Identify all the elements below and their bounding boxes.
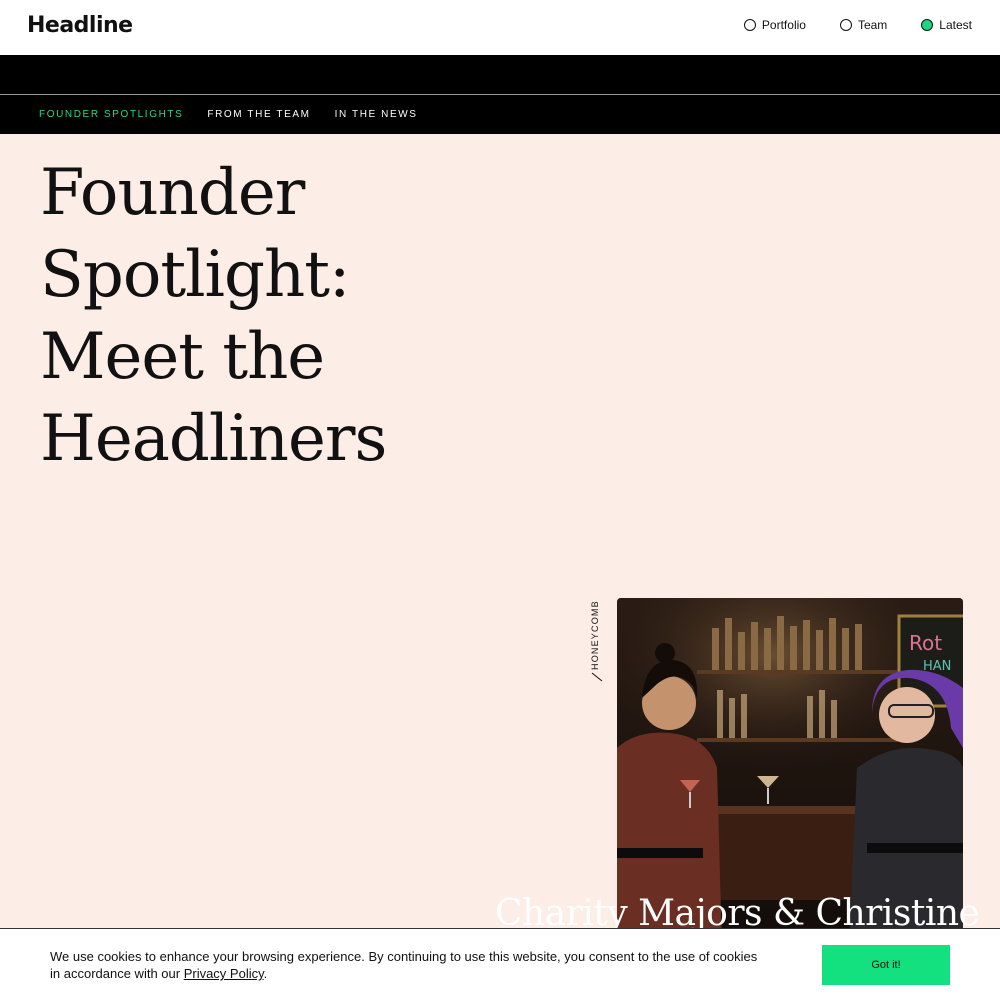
title-line: Meet the bbox=[40, 320, 325, 394]
nav-item-latest[interactable]: Latest bbox=[921, 18, 972, 32]
top-header: Headline Portfolio Team Latest bbox=[0, 0, 1000, 55]
company-label-text: HONEYCOMB bbox=[590, 600, 600, 670]
cookie-message: We use cookies to enhance your browsing … bbox=[50, 948, 770, 982]
radio-filled-icon bbox=[921, 19, 934, 31]
cookie-text: We use cookies to enhance your browsing … bbox=[50, 949, 758, 981]
cookie-text-end: . bbox=[263, 966, 268, 981]
nav-item-label: Latest bbox=[939, 18, 972, 32]
tab-in-the-news[interactable]: IN THE NEWS bbox=[335, 109, 418, 120]
nav-item-label: Portfolio bbox=[761, 18, 806, 32]
accept-cookies-button[interactable]: Got it! bbox=[822, 945, 950, 985]
company-label: HONEYCOMB bbox=[590, 598, 604, 680]
sub-nav: FOUNDER SPOTLIGHTS FROM THE TEAM IN THE … bbox=[0, 94, 1000, 134]
page-title: Founder Spotlight: Meet the Headliners bbox=[40, 152, 560, 480]
title-line: Spotlight: bbox=[40, 238, 350, 312]
privacy-policy-link[interactable]: Privacy Policy bbox=[184, 966, 264, 981]
radio-empty-icon bbox=[839, 19, 852, 31]
cookie-banner: We use cookies to enhance your browsing … bbox=[0, 928, 1000, 1000]
tab-founder-spotlights[interactable]: FOUNDER SPOTLIGHTS bbox=[39, 109, 183, 120]
svg-text:Rot: Rot bbox=[909, 631, 942, 655]
header-band bbox=[0, 55, 1000, 94]
radio-empty-icon bbox=[743, 19, 756, 31]
title-line: Founder bbox=[40, 156, 305, 230]
nav-item-label: Team bbox=[857, 18, 888, 32]
nav-item-team[interactable]: Team bbox=[839, 18, 888, 32]
slash-icon bbox=[591, 672, 603, 682]
title-line: Headliners bbox=[40, 402, 387, 476]
tab-from-the-team[interactable]: FROM THE TEAM bbox=[207, 109, 310, 120]
logo[interactable]: Headline bbox=[27, 13, 133, 38]
main-nav: Portfolio Team Latest bbox=[743, 18, 972, 32]
nav-item-portfolio[interactable]: Portfolio bbox=[743, 18, 806, 32]
